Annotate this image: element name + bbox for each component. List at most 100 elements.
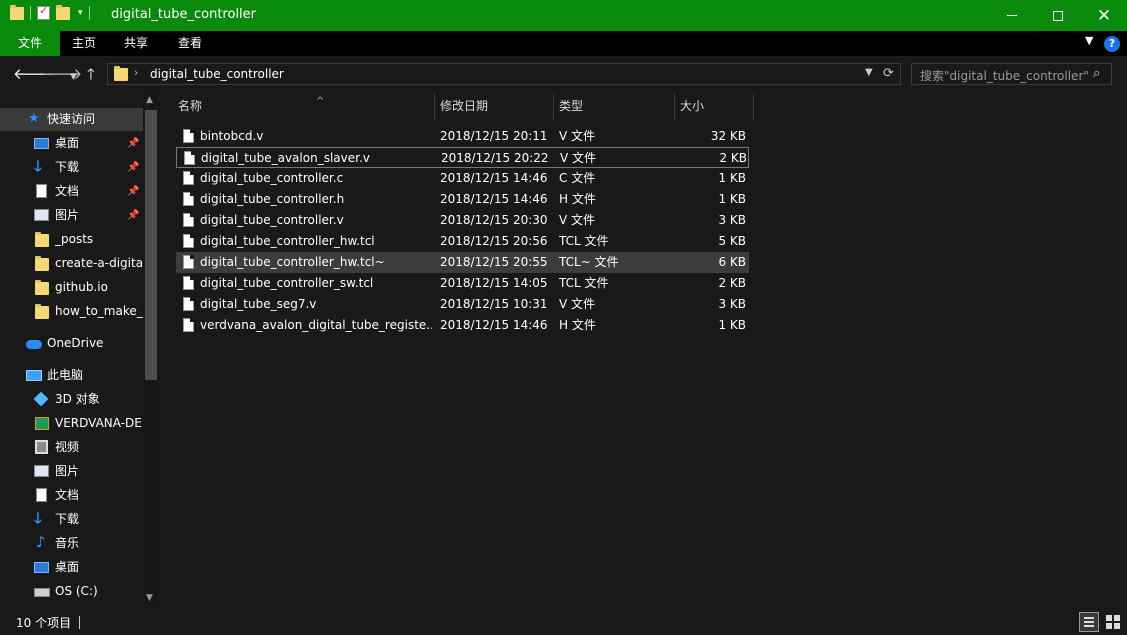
table-row[interactable]: digital_tube_controller_hw.tcl~ 2018/12/1… bbox=[176, 252, 749, 273]
scroll-up-icon[interactable]: ▲ bbox=[146, 95, 153, 105]
folder-icon[interactable] bbox=[10, 4, 24, 20]
quick-access-toolbar: ▾ bbox=[10, 4, 90, 20]
sidebar-item-folder[interactable]: create-a-digita bbox=[0, 252, 143, 275]
computer-icon bbox=[26, 370, 42, 381]
properties-icon[interactable] bbox=[37, 4, 50, 20]
column-header-name[interactable]: 名称 ^ bbox=[178, 93, 433, 121]
large-icons-view-icon bbox=[1106, 615, 1112, 621]
table-row[interactable]: digital_tube_controller.c 2018/12/15 14:4… bbox=[176, 168, 749, 189]
sidebar-item-label: OS (C:) bbox=[55, 584, 98, 598]
tab-share[interactable]: 共享 bbox=[112, 31, 160, 56]
sidebar-item-label: 桌面 bbox=[55, 560, 80, 574]
file-type: H 文件 bbox=[559, 192, 596, 206]
file-type: TCL 文件 bbox=[559, 276, 609, 290]
sidebar-item-pictures[interactable]: 图片 bbox=[0, 460, 143, 483]
file-icon bbox=[184, 151, 195, 165]
sidebar-item-folder[interactable]: github.io bbox=[0, 276, 143, 299]
sidebar-item-label: 下载 bbox=[55, 512, 80, 526]
file-name: digital_tube_avalon_slaver.v bbox=[201, 151, 370, 165]
details-view-button[interactable] bbox=[1079, 612, 1099, 632]
table-row[interactable]: digital_tube_controller.v 2018/12/15 20:3… bbox=[176, 210, 749, 231]
sidebar-item-folder[interactable]: how_to_make_v bbox=[0, 300, 143, 323]
customize-toolbar-dropdown-icon[interactable]: ▾ bbox=[78, 8, 83, 18]
sidebar-item-label: 视频 bbox=[55, 440, 80, 454]
folder-icon bbox=[35, 304, 49, 319]
sidebar-item-documents[interactable]: 文档 📌 bbox=[0, 180, 143, 203]
pin-icon[interactable]: 📌 bbox=[127, 180, 139, 203]
sidebar-item-desktop[interactable]: 桌面 📌 bbox=[0, 132, 143, 155]
column-divider[interactable] bbox=[434, 93, 435, 121]
sidebar-item-label: 3D 对象 bbox=[55, 392, 100, 406]
pin-icon[interactable]: 📌 bbox=[127, 132, 139, 155]
pin-icon[interactable]: 📌 bbox=[127, 156, 139, 179]
sidebar-item-videos[interactable]: 视频 bbox=[0, 436, 143, 459]
picture-icon bbox=[34, 465, 49, 477]
new-folder-icon[interactable] bbox=[56, 4, 70, 20]
sidebar-item-quick-access[interactable]: ★ 快速访问 bbox=[0, 108, 143, 131]
file-icon bbox=[183, 171, 194, 185]
sidebar-item-folder[interactable]: _posts bbox=[0, 228, 143, 251]
sidebar-item-downloads[interactable]: 🡓 下载 📌 bbox=[0, 156, 143, 179]
search-box[interactable]: 搜索"digital_tube_controller" ⌕ bbox=[911, 63, 1112, 85]
file-size: 1 KB bbox=[718, 171, 746, 185]
tab-home[interactable]: 主页 bbox=[60, 31, 108, 56]
sidebar-item-desktop[interactable]: 桌面 bbox=[0, 556, 143, 579]
file-size: 2 KB bbox=[719, 151, 747, 165]
table-row[interactable]: digital_tube_controller_sw.tcl 2018/12/15… bbox=[176, 273, 749, 294]
column-header-date[interactable]: 修改日期 bbox=[440, 93, 552, 121]
file-size: 3 KB bbox=[718, 297, 746, 311]
navigation-bar: 🡐 🡒 ▼ 🡑 › digital_tube_controller ▼ ⟳ 搜索… bbox=[0, 56, 1127, 93]
search-icon[interactable]: ⌕ bbox=[1093, 66, 1100, 81]
table-row[interactable]: digital_tube_avalon_slaver.v 2018/12/15 2… bbox=[176, 147, 749, 168]
column-divider[interactable] bbox=[753, 93, 754, 121]
expand-ribbon-chevron-down-icon[interactable]: ▼ bbox=[1085, 34, 1093, 47]
close-button[interactable]: ✕ bbox=[1081, 0, 1127, 31]
column-header-size[interactable]: 大小 bbox=[680, 93, 752, 121]
file-icon bbox=[183, 297, 194, 311]
column-divider[interactable] bbox=[553, 93, 554, 121]
maximize-button[interactable] bbox=[1035, 0, 1081, 31]
file-list: 名称 ^ 修改日期 类型 大小 bintobcd.v 2018/12/15 20:… bbox=[160, 93, 1127, 610]
sidebar-item-music[interactable]: ♪ 音乐 bbox=[0, 532, 143, 555]
table-row[interactable]: verdvana_avalon_digital_tube_registe... 2… bbox=[176, 315, 749, 336]
table-row[interactable]: digital_tube_seg7.v 2018/12/15 10:31 V 文件 3… bbox=[176, 294, 749, 315]
sidebar-item-verdvana[interactable]: VERDVANA-DE bbox=[0, 412, 143, 435]
table-row[interactable]: digital_tube_controller_hw.tcl 2018/12/15… bbox=[176, 231, 749, 252]
scrollbar-thumb[interactable] bbox=[145, 110, 157, 380]
help-icon[interactable]: ? bbox=[1104, 36, 1120, 52]
sidebar-item-documents[interactable]: 文档 bbox=[0, 484, 143, 507]
address-bar[interactable]: › digital_tube_controller ▼ ⟳ bbox=[107, 63, 901, 85]
close-icon: ✕ bbox=[1096, 5, 1112, 26]
column-divider[interactable] bbox=[674, 93, 675, 121]
sidebar-item-downloads[interactable]: 🡓 下载 bbox=[0, 508, 143, 531]
table-row[interactable]: bintobcd.v 2018/12/15 20:11 V 文件 32 KB bbox=[176, 126, 749, 147]
sidebar-scrollbar[interactable]: ▲ ▼ bbox=[143, 93, 160, 610]
address-history-chevron-down-icon[interactable]: ▼ bbox=[865, 67, 873, 78]
minimize-button[interactable] bbox=[989, 0, 1035, 31]
tab-view[interactable]: 查看 bbox=[166, 31, 214, 56]
sidebar-item-label: how_to_make_v bbox=[55, 304, 143, 318]
file-size: 32 KB bbox=[710, 129, 746, 143]
column-header-type[interactable]: 类型 bbox=[559, 93, 671, 121]
table-row[interactable]: digital_tube_controller.h 2018/12/15 14:4… bbox=[176, 189, 749, 210]
sort-ascending-icon: ^ bbox=[316, 96, 325, 107]
sidebar-item-this-pc[interactable]: 此电脑 bbox=[0, 364, 143, 387]
sidebar-item-3d-objects[interactable]: 3D 对象 bbox=[0, 388, 143, 411]
file-name: digital_tube_controller.v bbox=[200, 213, 344, 227]
pin-icon[interactable]: 📌 bbox=[127, 204, 139, 227]
sidebar-item-label: VERDVANA-DE bbox=[55, 416, 142, 430]
sidebar-item-onedrive[interactable]: OneDrive bbox=[0, 332, 143, 355]
sidebar-item-pictures[interactable]: 图片 📌 bbox=[0, 204, 143, 227]
recent-locations-chevron-down-icon[interactable]: ▼ bbox=[70, 68, 77, 86]
toolbar-divider bbox=[30, 6, 31, 20]
scroll-down-icon[interactable]: ▼ bbox=[146, 593, 153, 603]
sidebar-item-os-drive[interactable]: OS (C:) bbox=[0, 580, 143, 603]
breadcrumb-current-folder[interactable]: digital_tube_controller bbox=[150, 67, 284, 81]
search-input[interactable]: 搜索"digital_tube_controller" bbox=[920, 67, 1088, 84]
up-arrow-icon[interactable]: 🡑 bbox=[87, 65, 95, 83]
tab-file[interactable]: 文件 bbox=[0, 31, 60, 56]
toolbar-divider bbox=[88, 6, 90, 20]
refresh-icon[interactable]: ⟳ bbox=[883, 66, 894, 81]
breadcrumb-separator-chevron-icon[interactable]: › bbox=[134, 66, 138, 79]
large-icons-view-button[interactable] bbox=[1103, 612, 1123, 632]
